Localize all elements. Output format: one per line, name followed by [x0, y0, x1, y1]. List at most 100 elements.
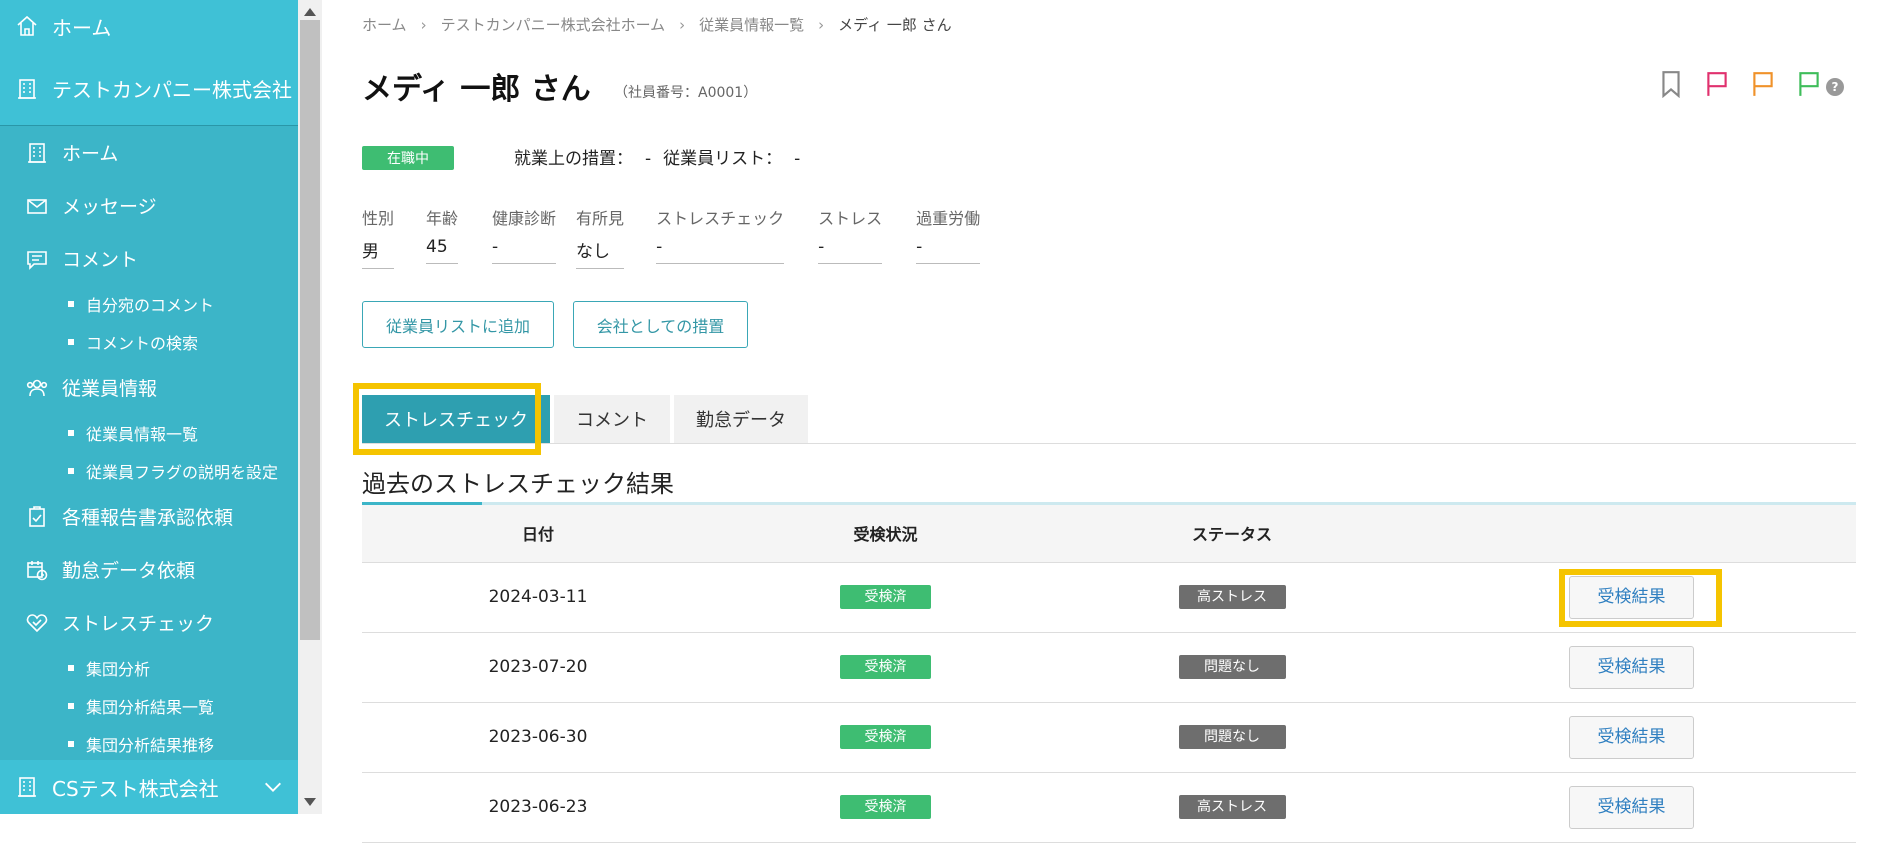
home-icon	[14, 13, 40, 39]
view-result-button[interactable]: 受検結果	[1569, 645, 1694, 689]
bookmark-icon[interactable]	[1658, 70, 1686, 100]
sidebar-subitem-group-analysis[interactable]: 集団分析	[0, 649, 298, 687]
sidebar-home-top[interactable]: ホーム	[0, 0, 298, 52]
attr-value: -	[656, 237, 785, 264]
flag-green-icon[interactable]	[1796, 70, 1824, 100]
clipboard-check-icon	[24, 504, 50, 530]
sidebar-subitem-label: 集団分析結果推移	[86, 736, 215, 755]
highlight-box	[1559, 569, 1722, 627]
sidebar-subitem-label: 集団分析	[86, 660, 151, 679]
sidebar-item-stress[interactable]: ストレスチェック	[0, 596, 298, 649]
action-cell: 受検結果	[1407, 772, 1856, 843]
column-header-date: 日付	[362, 505, 714, 563]
bullet	[68, 430, 74, 436]
sidebar-subitem-flag-settings[interactable]: 従業員フラグの説明を設定	[0, 452, 298, 490]
sidebar-scrollbar[interactable]	[298, 0, 322, 814]
table-header-row: 日付 受検状況 ステータス	[362, 505, 1856, 563]
view-result-button[interactable]: 受検結果	[1569, 715, 1694, 759]
sidebar-company-label: テストカンパニー株式会社	[52, 78, 292, 102]
employee-number: （社員番号：A0001）	[614, 85, 758, 101]
attr-value: 45	[426, 237, 459, 264]
sidebar-subitem-label: 従業員フラグの説明を設定	[86, 463, 279, 482]
highlight-box	[353, 383, 541, 455]
breadcrumb-item[interactable]: テストカンパニー株式会社ホーム	[441, 14, 666, 35]
attr-value: -	[818, 237, 883, 264]
status-cell: 高ストレス	[1057, 562, 1407, 633]
breadcrumb-item[interactable]: ホーム	[362, 14, 407, 35]
sidebar-item-message[interactable]: メッセージ	[0, 179, 298, 232]
scrollbar-thumb[interactable]	[300, 20, 320, 640]
exam-cell: 受検済	[714, 562, 1057, 633]
measure-label: 就業上の措置：	[514, 149, 633, 169]
tab-attendance[interactable]: 勤怠データ	[674, 395, 808, 443]
sidebar-subitem-label: コメントの検索	[86, 334, 199, 353]
attr-key: 年齢	[426, 209, 459, 228]
exam-cell: 受検済	[714, 702, 1057, 773]
page-title: メディ 一郎 さん	[362, 72, 591, 107]
scroll-down-arrow-icon[interactable]	[304, 798, 316, 806]
sidebar-item-label: ストレスチェック	[62, 613, 215, 635]
tab-comment[interactable]: コメント	[554, 395, 670, 443]
tab-bar: ストレスチェック コメント 勤怠データ	[362, 395, 1856, 444]
sidebar-home-top-label: ホーム	[52, 15, 112, 40]
attr-key: 過重労働	[916, 209, 981, 228]
stress-status-badge: 高ストレス	[1178, 585, 1286, 609]
sidebar-company-switcher-label: CSテスト株式会社	[52, 776, 219, 801]
sidebar-item-attendance[interactable]: 勤怠データ依頼	[0, 543, 298, 596]
comment-icon	[24, 246, 50, 272]
sidebar-company-switcher[interactable]: CSテスト株式会社	[0, 760, 298, 814]
attr-key: ストレス	[818, 209, 883, 228]
sidebar-item-employee[interactable]: 従業員情報	[0, 361, 298, 414]
sidebar: ホーム テストカンパニー株式会社 ホーム メッセージ コメント 自分宛のコメント…	[0, 0, 298, 814]
status-cell: 問題なし	[1057, 702, 1407, 773]
scroll-up-arrow-icon[interactable]	[304, 8, 316, 16]
sidebar-item-label: 従業員情報	[62, 378, 158, 400]
attr-value: 男	[362, 237, 394, 269]
calendar-clock-icon	[24, 557, 50, 583]
flag-orange-icon[interactable]	[1750, 70, 1778, 100]
attr-stress-check: ストレスチェック -	[656, 205, 784, 269]
sidebar-item-home[interactable]: ホーム	[0, 126, 298, 179]
sidebar-item-comment[interactable]: コメント	[0, 232, 298, 285]
exam-status-badge: 受検済	[840, 585, 931, 609]
action-cell: 受検結果	[1407, 632, 1856, 703]
building-icon	[14, 774, 40, 800]
sidebar-subitem-group-trend[interactable]: 集団分析結果推移	[0, 725, 298, 763]
date-cell: 2023-06-30	[362, 702, 714, 773]
breadcrumb-separator-icon: ›	[420, 15, 427, 34]
exam-status-badge: 受検済	[840, 795, 931, 819]
date-cell: 2023-07-20	[362, 632, 714, 703]
stress-status-badge: 問題なし	[1178, 655, 1286, 679]
breadcrumb-item[interactable]: 従業員情報一覧	[699, 14, 804, 35]
section-title: 過去のストレスチェック結果	[362, 470, 674, 498]
attr-age: 年齢 45	[426, 205, 458, 269]
sidebar-subitem-group-results[interactable]: 集団分析結果一覧	[0, 687, 298, 725]
flag-red-icon[interactable]	[1704, 70, 1732, 100]
stress-check-results-table: 日付 受検状況 ステータス 2024-03-11 受検済 高ストレス 受検結果 …	[362, 505, 1856, 843]
attr-gender: 性別男	[362, 205, 394, 269]
help-icon[interactable]: ?	[1826, 78, 1844, 96]
sidebar-subitem-label: 自分宛のコメント	[86, 296, 215, 315]
breadcrumb: ホーム › テストカンパニー株式会社ホーム › 従業員情報一覧 › メディ 一郎…	[362, 14, 952, 35]
sidebar-subitem-comment-search[interactable]: コメントの検索	[0, 323, 298, 361]
add-to-employee-list-button[interactable]: 従業員リストに追加	[362, 301, 554, 348]
sidebar-company[interactable]: テストカンパニー株式会社	[0, 52, 298, 126]
chevron-down-icon[interactable]	[262, 776, 284, 798]
stress-status-badge: 高ストレス	[1178, 795, 1286, 819]
sidebar-subitem-label: 従業員情報一覧	[86, 425, 199, 444]
sidebar-subitem-employee-list[interactable]: 従業員情報一覧	[0, 414, 298, 452]
company-measure-button[interactable]: 会社としての措置	[573, 301, 748, 348]
sidebar-item-reports[interactable]: 各種報告書承認依頼	[0, 490, 298, 543]
attr-value: なし	[576, 237, 625, 269]
main-content: ホーム › テストカンパニー株式会社ホーム › 従業員情報一覧 › メディ 一郎…	[353, 0, 1856, 843]
sidebar-subitem-my-comments[interactable]: 自分宛のコメント	[0, 285, 298, 323]
column-header-action	[1407, 505, 1856, 563]
exam-cell: 受検済	[714, 632, 1057, 703]
building-icon	[24, 140, 50, 166]
sidebar-item-label: コメント	[62, 249, 139, 271]
sidebar-item-label: ホーム	[62, 143, 119, 165]
bullet	[68, 339, 74, 345]
bullet	[68, 665, 74, 671]
employee-attributes: 性別男 年齢 45 健康診断 - 有所見 なし ストレスチェック - ストレス - 過重労…	[362, 205, 1012, 269]
view-result-button[interactable]: 受検結果	[1569, 785, 1694, 829]
